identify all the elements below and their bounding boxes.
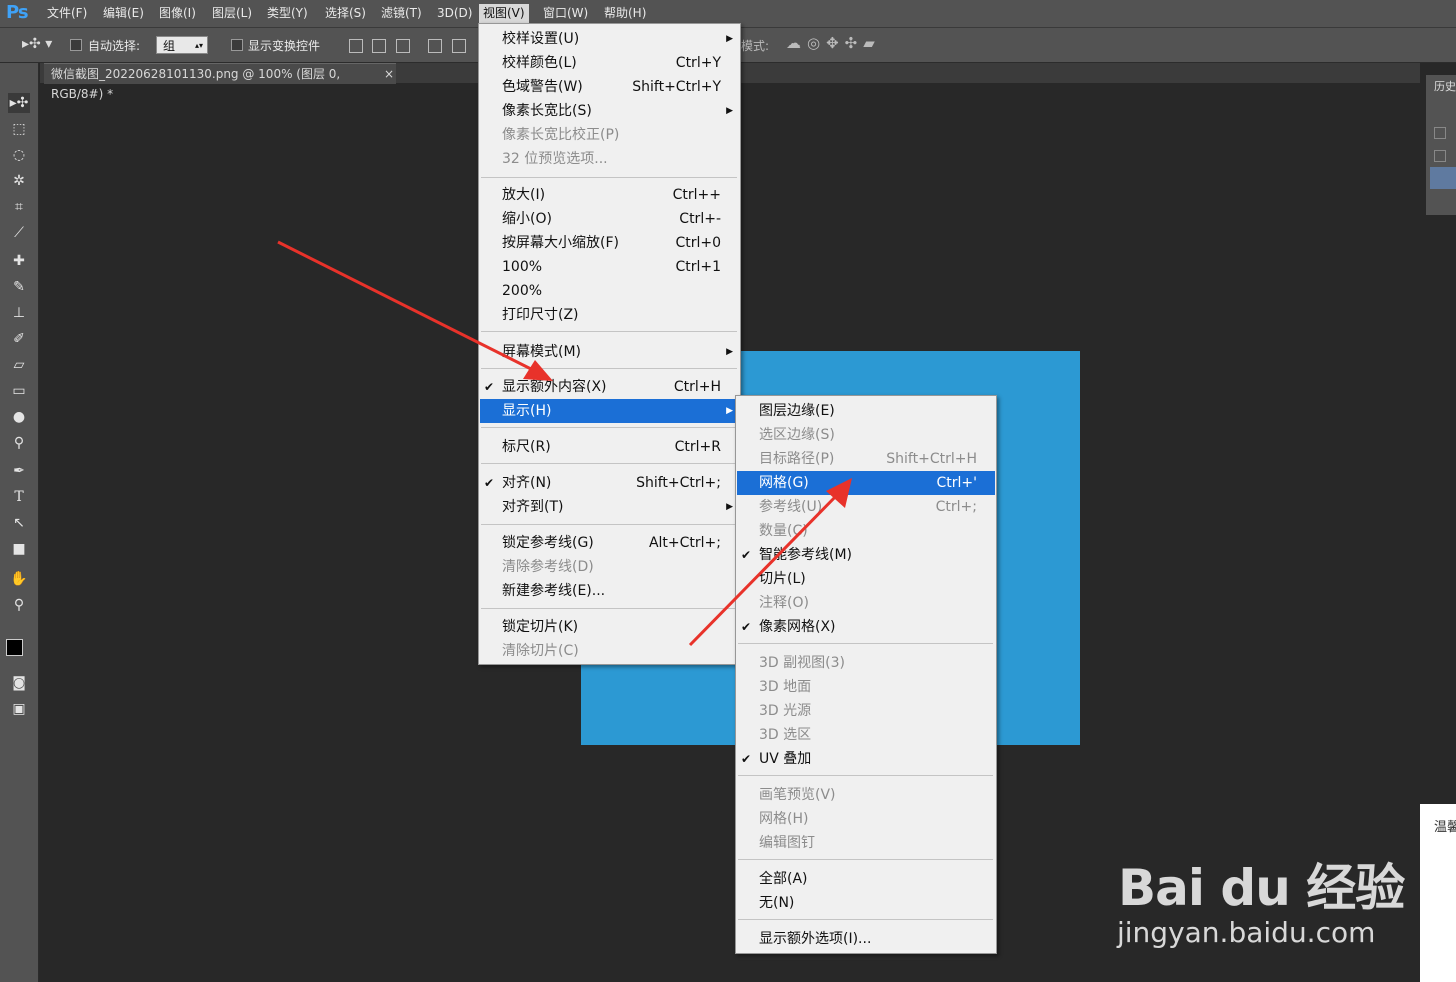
annotation-arrows: [277, 240, 852, 647]
arrow-1-line: [277, 240, 538, 374]
arrow-2-line: [688, 490, 842, 647]
arrow-1-head: [523, 360, 553, 381]
